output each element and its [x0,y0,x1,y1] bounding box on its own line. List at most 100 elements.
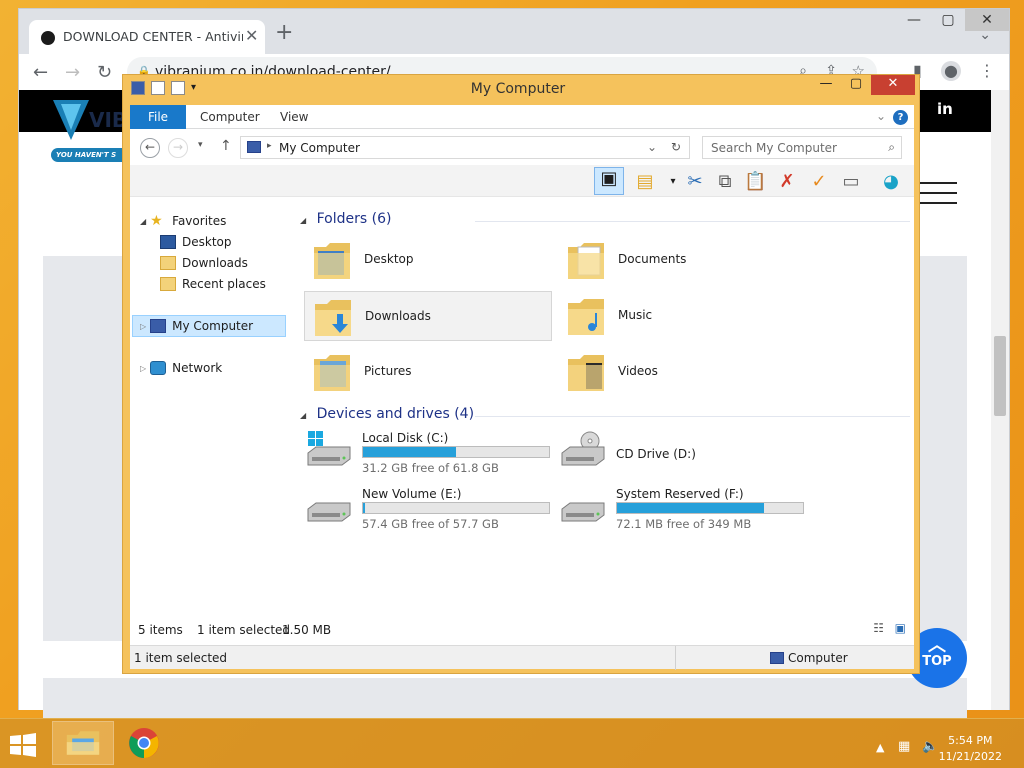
chrome-icon [129,728,159,758]
drive-usage-bar [362,502,550,514]
browser-window-controls: — ▢ ✕ [897,9,1009,35]
new-tab-icon[interactable]: + [275,22,293,44]
nav-favorites[interactable]: ◢ ★ Favorites [140,211,226,231]
back-icon[interactable]: ← [140,138,160,158]
tab-search-chevron-icon[interactable]: ⌄ [979,27,991,43]
reload-icon[interactable]: ↻ [97,62,112,83]
nav-my-computer[interactable]: ▷ My Computer [140,316,253,336]
recent-places-icon [160,277,176,291]
drive-e[interactable]: New Volume (E:) 57.4 GB free of 57.7 GB [304,487,554,537]
folder-documents[interactable]: Documents [558,235,806,285]
tab-close-icon[interactable]: ✕ [245,26,258,45]
address-row: ← → ▾ ↑ ▸ My Computer ⌄ ↻ Search My Comp… [130,133,914,163]
explorer-window: ▾ My Computer — ▢ ✕ File Computer View ⌄… [122,74,920,674]
folder-pictures[interactable]: Pictures [304,347,552,397]
help-icon[interactable]: ? [893,110,908,125]
browser-tab[interactable]: DOWNLOAD CENTER - Antivirus ✕ [29,20,265,54]
folder-options-icon[interactable]: ▤ [634,171,656,193]
collapse-arrow-icon[interactable]: ◢ [300,411,306,420]
folder-desktop-icon [314,243,350,279]
drive-free-space: 57.4 GB free of 57.7 GB [362,517,499,531]
status-bar: 1 item selected Computer [130,645,914,670]
file-explorer-icon [66,731,100,755]
folder-pictures-icon [314,355,350,391]
drive-usage-bar [362,446,550,458]
cut-icon[interactable]: ✂ [684,171,706,193]
properties-icon[interactable]: ▭ [840,171,862,193]
windows-drive-icon [307,431,351,466]
large-icons-view-icon[interactable]: ▣ [895,621,906,635]
drive-c[interactable]: Local Disk (C:) 31.2 GB free of 61.8 GB [304,431,554,481]
back-icon[interactable]: ← [33,62,48,83]
nav-recent-places[interactable]: Recent places [160,274,266,294]
globe-icon[interactable]: ◕ [880,171,902,193]
drive-name: New Volume (E:) [362,487,462,501]
tab-computer[interactable]: Computer [200,110,260,124]
cd-drive-icon [561,431,605,466]
star-icon: ★ [150,213,163,229]
taskbar-chrome[interactable] [114,721,176,765]
folder-videos[interactable]: Videos [558,347,806,397]
nav-downloads[interactable]: Downloads [160,253,248,273]
paste-icon[interactable]: 📋 [744,171,766,193]
taskbar-file-explorer[interactable] [52,721,114,765]
group-title: Folders (6) [316,211,392,227]
group-divider [475,416,910,417]
folder-music[interactable]: Music [558,291,806,341]
computer-icon [150,319,167,333]
collapse-arrow-icon[interactable]: ◢ [300,216,306,225]
ribbon-expand-chevron-icon[interactable]: ⌄ [876,109,886,123]
folder-name: Pictures [364,364,412,378]
hamburger-menu-icon[interactable] [919,182,957,212]
maximize-icon[interactable]: ▢ [931,9,965,31]
address-dropdown-icon[interactable]: ⌄ [647,140,657,154]
forward-icon[interactable]: → [65,62,80,83]
delete-icon[interactable]: ✗ [776,171,798,193]
tab-view[interactable]: View [280,110,308,124]
address-input[interactable]: ▸ My Computer ⌄ ↻ [240,136,690,159]
details-view-icon[interactable]: ☷ [873,621,884,635]
drive-f[interactable]: System Reserved (F:) 72.1 MB free of 349… [558,487,808,537]
vibranium-logo-icon[interactable] [53,100,89,140]
close-icon[interactable]: ✕ [871,75,915,95]
search-input[interactable]: Search My Computer ⌕ [702,136,902,159]
scrollbar-thumb[interactable] [994,336,1006,416]
drive-name: System Reserved (F:) [616,487,744,501]
nav-desktop[interactable]: Desktop [160,232,232,252]
minimize-icon[interactable]: — [811,75,841,95]
devices-group-header[interactable]: ◢ Devices and drives (4) [300,406,910,422]
tray-expand-icon[interactable]: ▲ [876,741,884,754]
menu-kebab-icon[interactable]: ⋮ [979,61,995,80]
preview-pane-icon[interactable]: ▣ [594,167,624,195]
copy-icon[interactable]: ⧉ [714,171,736,193]
network-status-icon[interactable]: ▦ [898,739,910,754]
options-dropdown-icon[interactable]: ▾ [662,171,684,193]
volume-muted-icon[interactable]: 🔈 [922,739,938,754]
computer-icon [770,652,784,664]
navigation-pane: ◢ ★ Favorites Desktop Downloads Recent p… [130,201,298,615]
forward-icon[interactable]: → [168,138,188,158]
recent-locations-icon[interactable]: ▾ [198,140,203,150]
nav-label: Network [172,361,223,375]
expand-arrow-icon[interactable]: ◢ [140,217,146,226]
folder-name: Music [618,308,653,322]
refresh-icon[interactable]: ↻ [671,140,681,154]
tab-file[interactable]: File [130,105,186,129]
maximize-icon[interactable]: ▢ [841,75,871,95]
profile-avatar-icon[interactable]: ● [941,61,961,81]
nav-network[interactable]: ▷ Network [140,358,222,378]
drive-d[interactable]: CD Drive (D:) [558,431,808,481]
folders-group-header[interactable]: ◢ Folders (6) [300,211,910,227]
breadcrumb-chevron-icon[interactable]: ▸ [267,141,272,151]
folder-downloads[interactable]: Downloads [304,291,552,341]
folder-desktop[interactable]: Desktop [304,235,552,285]
system-clock[interactable]: 5:54 PM 11/21/2022 [939,733,1002,765]
expand-arrow-icon[interactable]: ▷ [140,322,146,331]
windows-start-icon[interactable] [8,733,38,757]
rename-check-icon[interactable]: ✓ [808,171,830,193]
expand-arrow-icon[interactable]: ▷ [140,364,146,373]
minimize-icon[interactable]: — [897,9,931,31]
explorer-titlebar[interactable]: ▾ My Computer — ▢ ✕ [123,75,919,103]
linkedin-icon[interactable]: in [937,100,953,118]
up-icon[interactable]: ↑ [220,138,232,154]
